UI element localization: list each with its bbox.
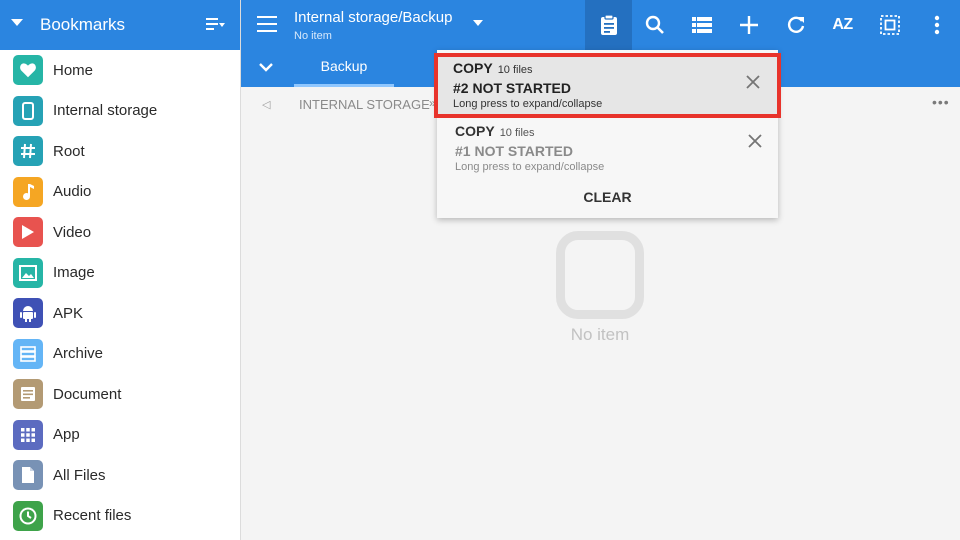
sidebar-item-home[interactable]: Home — [0, 50, 240, 91]
document-icon — [13, 379, 43, 410]
sidebar-item-label: Image — [53, 264, 95, 282]
clock-icon — [13, 500, 43, 531]
sort-icon[interactable] — [206, 16, 226, 34]
operation-file-count: 10 files — [497, 64, 533, 76]
apps-grid-icon — [13, 419, 43, 450]
operation-item[interactable]: COPY 10 files #2 NOT STARTED Long press t… — [434, 53, 781, 118]
sidebar-item-app[interactable]: App — [0, 415, 240, 456]
sidebar-item-video[interactable]: Video — [0, 212, 240, 253]
list-view-icon — [691, 17, 712, 33]
sidebar-item-label: Audio — [53, 183, 92, 201]
operations-popup: COPY 10 files #2 NOT STARTED Long press t… — [434, 50, 781, 218]
sidebar-item-label: Archive — [53, 345, 104, 363]
hamburger-menu-icon[interactable] — [257, 16, 277, 32]
sidebar-item-label: App — [53, 426, 80, 444]
clipboard-button[interactable] — [585, 0, 632, 50]
select-all-button[interactable] — [866, 0, 913, 50]
sidebar-item-document[interactable]: Document — [0, 374, 240, 415]
plus-icon — [739, 16, 758, 34]
sidebar-item-label: Document — [53, 385, 122, 403]
sidebar-item-recent-files[interactable]: Recent files — [0, 496, 240, 537]
heart-icon — [13, 55, 43, 86]
sidebar-item-label: Internal storage — [53, 102, 158, 120]
sidebar-item-label: Video — [53, 223, 92, 241]
refresh-button[interactable] — [772, 0, 819, 50]
search-button[interactable] — [631, 0, 678, 50]
add-button[interactable] — [725, 0, 772, 50]
hash-icon — [13, 136, 43, 167]
sidebar-item-audio[interactable]: Audio — [0, 172, 240, 213]
play-icon — [13, 217, 43, 248]
breadcrumb-back-icon[interactable]: ◁ — [262, 98, 270, 111]
caret-down-icon[interactable] — [11, 19, 23, 26]
sort-az-label: AZ — [832, 16, 853, 33]
item-count-subtitle: No item — [294, 30, 332, 42]
overflow-menu-button[interactable] — [913, 0, 960, 50]
sidebar-item-label: APK — [53, 304, 84, 322]
file-icon — [13, 460, 43, 491]
sidebar-item-archive[interactable]: Archive — [0, 334, 240, 375]
image-icon — [13, 257, 43, 288]
empty-state-text: No item — [570, 325, 630, 344]
operation-status: #1 NOT STARTED — [455, 143, 573, 159]
path-dropdown-icon[interactable] — [473, 20, 483, 26]
sidebar-item-label: All Files — [53, 466, 106, 484]
tab-backup[interactable]: Backup — [294, 50, 394, 87]
top-app-bar: Internal storage/Backup No item AZ — [241, 0, 960, 50]
sort-az-button[interactable]: AZ — [819, 0, 866, 50]
current-path-title[interactable]: Internal storage/Backup — [294, 9, 452, 26]
operation-file-count: 10 files — [499, 127, 535, 139]
search-icon — [645, 15, 664, 34]
breadcrumb[interactable]: INTERNAL STORAGE — [299, 97, 430, 112]
music-note-icon — [13, 176, 43, 207]
chevron-down-icon[interactable] — [259, 62, 273, 72]
sidebar-item-label: Home — [53, 61, 94, 79]
archive-icon — [13, 338, 43, 369]
bookmark-list: Home Internal storage Root Audio Video I… — [0, 50, 240, 536]
more-vert-icon — [934, 15, 939, 35]
refresh-icon — [787, 16, 804, 33]
sidebar-title: Bookmarks — [40, 15, 126, 34]
bookmarks-sidebar: Bookmarks Home Internal storage Root Aud… — [0, 0, 241, 540]
sidebar-item-internal-storage[interactable]: Internal storage — [0, 91, 240, 132]
android-icon — [13, 298, 43, 329]
sidebar-item-all-files[interactable]: All Files — [0, 455, 240, 496]
operation-type: COPY 10 files — [453, 60, 533, 76]
operation-hint: Long press to expand/collapse — [455, 161, 605, 173]
sidebar-item-image[interactable]: Image — [0, 253, 240, 294]
operation-type: COPY 10 files — [455, 123, 535, 139]
close-icon[interactable] — [746, 75, 760, 89]
close-icon[interactable] — [748, 134, 762, 148]
sidebar-item-root[interactable]: Root — [0, 131, 240, 172]
tab-indicator — [294, 84, 394, 87]
clear-button[interactable]: CLEAR — [437, 184, 778, 210]
operation-item[interactable]: COPY 10 files #1 NOT STARTED Long press t… — [437, 116, 778, 179]
clipboard-icon — [600, 14, 617, 35]
sidebar-item-label: Root — [53, 142, 85, 160]
select-all-icon — [879, 15, 900, 35]
sidebar-header[interactable]: Bookmarks — [0, 0, 240, 50]
sidebar-item-apk[interactable]: APK — [0, 293, 240, 334]
phone-icon — [13, 95, 43, 126]
breadcrumb-more-icon[interactable]: ••• — [932, 94, 950, 110]
sidebar-item-label: Recent files — [53, 507, 132, 525]
operation-status: #2 NOT STARTED — [453, 80, 571, 96]
operation-hint: Long press to expand/collapse — [453, 98, 603, 110]
list-view-button[interactable] — [678, 0, 725, 50]
empty-folder-icon — [556, 231, 644, 319]
